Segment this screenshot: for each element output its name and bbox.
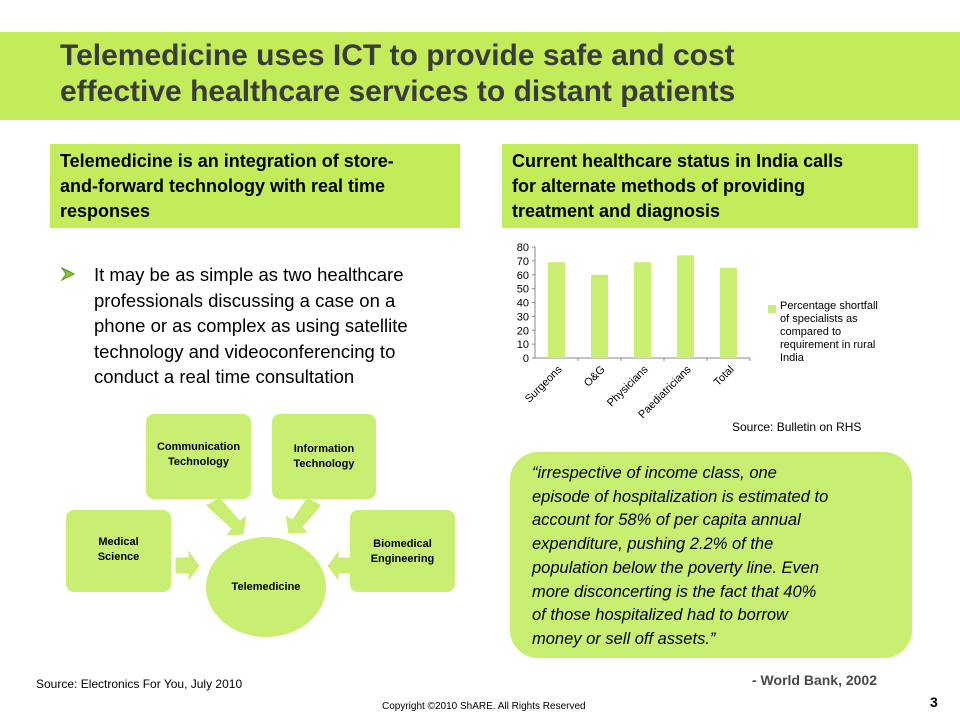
quote-line: more disconcerting is the fact that 40% bbox=[532, 582, 817, 601]
y-tick-label: 60 bbox=[517, 270, 529, 282]
y-tick-label: 70 bbox=[517, 256, 529, 268]
x-tick-label: Total bbox=[712, 364, 737, 389]
node-label: Communication bbox=[156, 441, 241, 453]
page-number: 3 bbox=[930, 694, 938, 710]
copyright: Copyright ©2010 ShARE. All Rights Reserv… bbox=[382, 701, 586, 712]
node-medical-science: Medical Science bbox=[66, 510, 171, 592]
y-tick-label: 0 bbox=[523, 353, 529, 365]
y-tick-label: 40 bbox=[517, 298, 529, 310]
quote-line: “irrespective of income class, one bbox=[532, 464, 777, 482]
y-tick-label: 80 bbox=[517, 242, 529, 254]
quote-line: of those hospitalized had to borrow bbox=[532, 606, 788, 625]
node-label: Science bbox=[97, 551, 140, 563]
legend-line: of specialists as bbox=[780, 313, 858, 325]
x-tick-label: Physicians bbox=[605, 363, 651, 409]
bar bbox=[677, 255, 694, 358]
x-tick-label: O&G bbox=[582, 364, 608, 390]
bar bbox=[548, 262, 565, 358]
node-communication-technology: Communication Technology bbox=[146, 414, 251, 499]
chart-source: Source: Bulletin on RHS bbox=[732, 420, 862, 434]
quote-text: “irrespective of income class, one episo… bbox=[532, 462, 904, 652]
bar-chart: 01020304050607080Surgeons O&GPhysiciansPa… bbox=[517, 242, 751, 421]
quote-attribution: - World Bank, 2002 bbox=[752, 672, 878, 688]
legend-swatch bbox=[768, 305, 776, 313]
x-tick-label: Surgeons bbox=[523, 363, 565, 405]
bar bbox=[720, 267, 737, 358]
arrow-icon bbox=[326, 547, 353, 584]
quote-line: expenditure, pushing 2.2% of the bbox=[532, 535, 774, 554]
y-tick-label: 30 bbox=[517, 311, 529, 323]
arrow-icon bbox=[284, 496, 323, 535]
node-label: Engineering bbox=[370, 553, 435, 565]
legend-line: India bbox=[780, 352, 804, 364]
bar bbox=[591, 274, 608, 358]
y-tick-label: 20 bbox=[517, 325, 529, 337]
source-left: Source: Electronics For You, July 2010 bbox=[36, 677, 243, 691]
chart-legend: Percentage shortfall of specialists as c… bbox=[780, 300, 910, 365]
bar bbox=[634, 262, 651, 358]
quote-line: account for 58% of per capita annual bbox=[532, 511, 801, 530]
node-label: Technology bbox=[293, 458, 355, 470]
node-telemedicine: Telemedicine bbox=[206, 537, 326, 637]
quote-line: episode of hospitalization is estimated … bbox=[532, 487, 829, 506]
arrow-icon bbox=[204, 496, 248, 537]
y-tick-label: 50 bbox=[517, 284, 529, 296]
legend-line: Percentage shortfall bbox=[780, 300, 878, 312]
node-label: Information bbox=[293, 443, 355, 455]
y-tick-label: 10 bbox=[517, 339, 529, 351]
legend-line: compared to bbox=[780, 326, 842, 338]
arrow-icon bbox=[174, 547, 201, 584]
node-label: Technology bbox=[168, 456, 229, 468]
quote-line: population below the poverty line. Even bbox=[532, 558, 820, 577]
node-information-technology: Information Technology bbox=[272, 414, 376, 499]
node-label: Medical bbox=[98, 536, 139, 548]
legend-line: requirement in rural bbox=[780, 339, 876, 351]
quote-line: money or sell off assets.” bbox=[532, 629, 716, 648]
node-label: Biomedical bbox=[373, 538, 432, 550]
node-biomedical-engineering: Biomedical Engineering bbox=[350, 510, 455, 592]
